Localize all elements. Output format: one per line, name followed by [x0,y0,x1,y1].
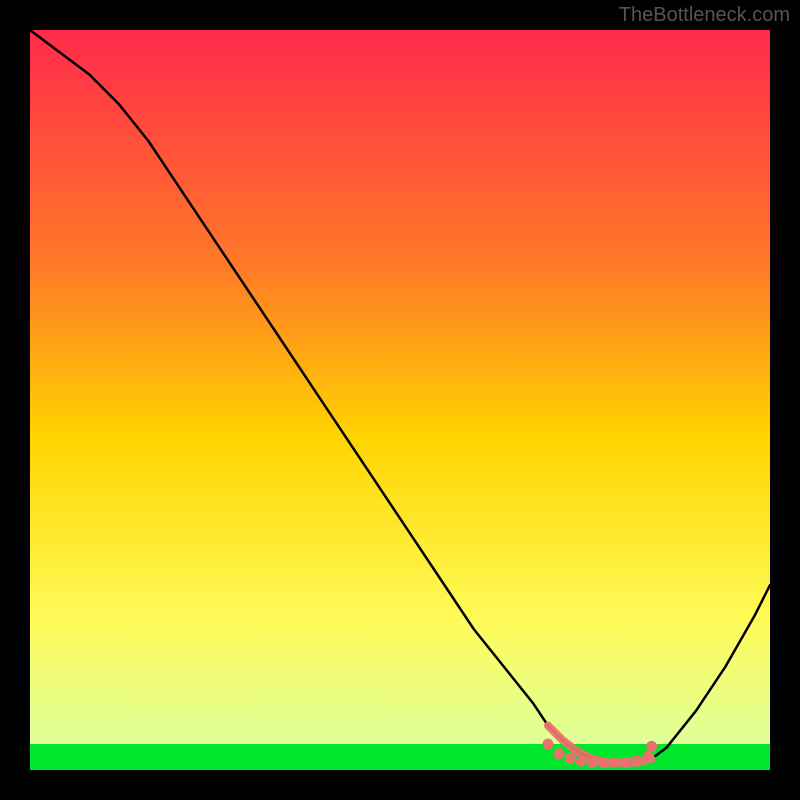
curve-marker [576,756,586,766]
curve-marker [554,749,564,759]
curve-marker [599,758,609,768]
curve-marker [565,753,575,763]
curve-marker [587,758,597,768]
gradient-background [30,30,770,770]
curve-marker [610,758,620,768]
curve-marker [643,752,653,762]
curve-marker [632,756,642,766]
curve-marker [621,758,631,768]
watermark-text: TheBottleneck.com [619,4,790,27]
chart-container: TheBottleneck.com [0,0,800,800]
plot-area [30,30,770,770]
chart-svg [30,30,770,770]
curve-marker [647,741,657,751]
curve-marker [543,739,553,749]
